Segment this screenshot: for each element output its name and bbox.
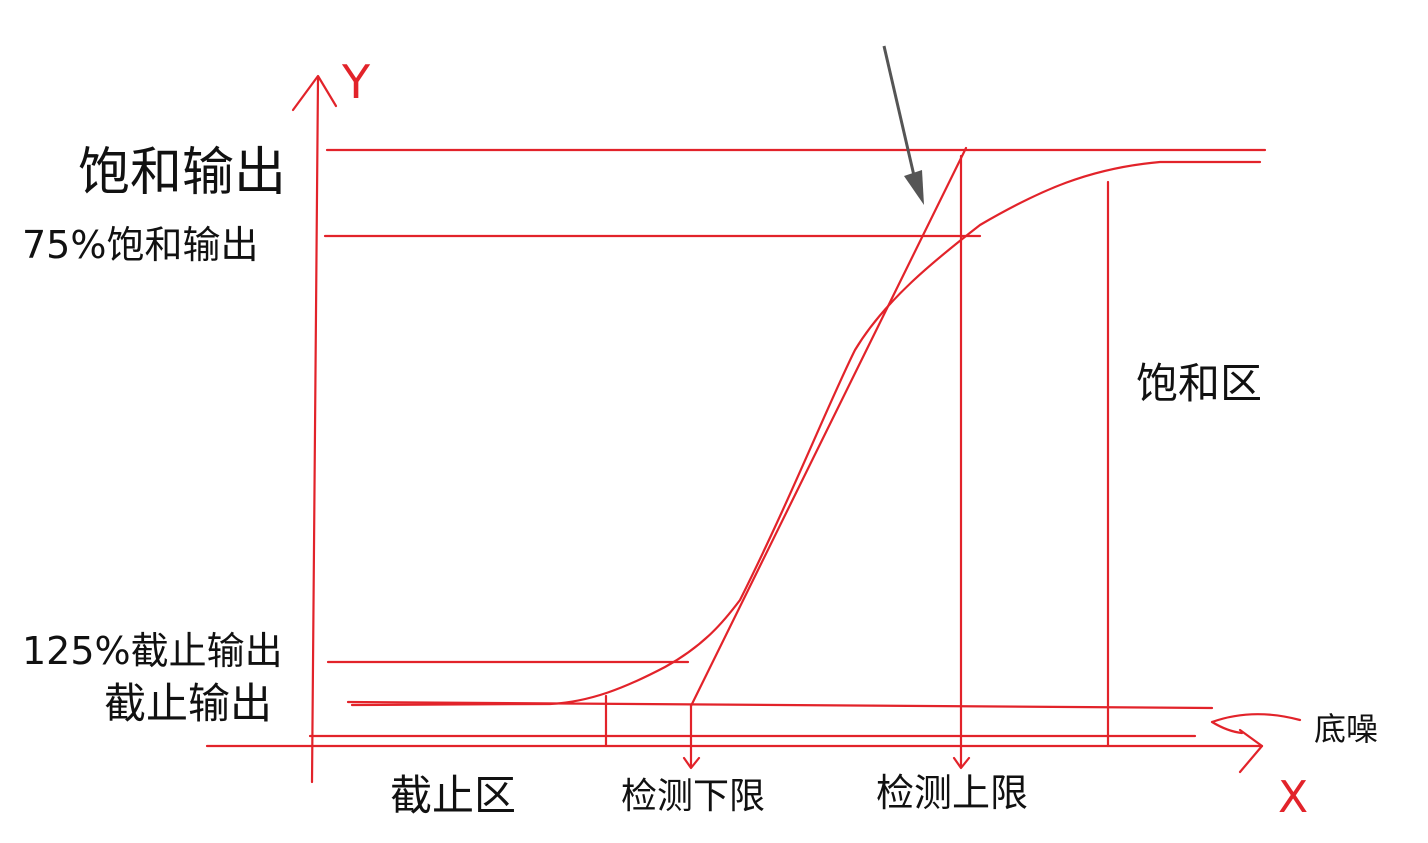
saturation-region-label: 饱和区 [1136,359,1262,408]
x-axis-label: X [1278,772,1308,823]
lower-detection-limit-label: 检测下限 [621,776,765,817]
upper-detection-limit-label: 检测上限 [876,771,1028,815]
pointer-arrow [882,45,924,205]
upper-limit-marker [952,154,971,770]
sigmoid-response-diagram: Y X 饱和输出 75%饱和输出 125%截止输出 截止输出 饱和区 截止区 检… [22,45,1378,823]
y-axis-label: Y [341,55,371,109]
saturation-75-label: 75%饱和输出 [22,223,258,267]
cutoff-region-label: 截止区 [390,771,516,820]
noise-floor-arrow [1210,713,1302,735]
saturation-output-label: 饱和输出 [78,143,286,203]
cutoff-output-label: 截止输出 [104,679,272,728]
sigmoid-curve [350,160,1262,707]
noise-floor-label: 底噪 [1314,710,1378,748]
y-axis [291,74,338,784]
cutoff-125-label: 125%截止输出 [22,629,283,673]
tangent-line [689,146,968,708]
